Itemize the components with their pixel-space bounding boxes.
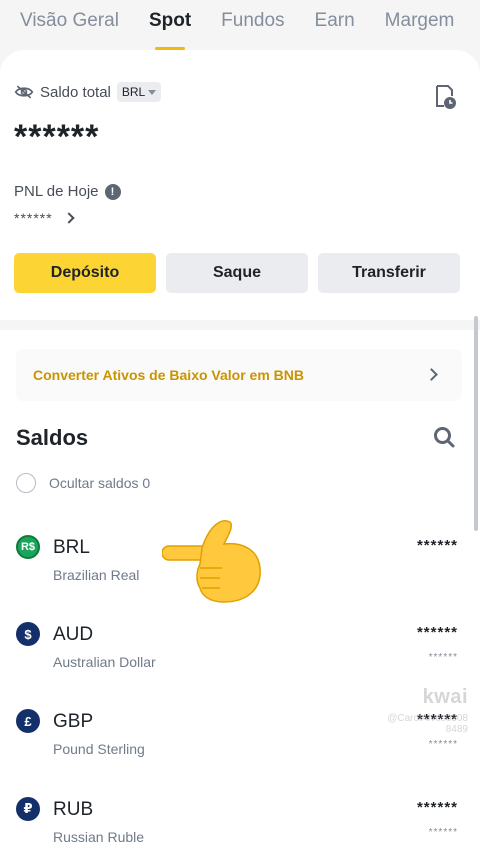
total-balance-value: ******: [14, 118, 100, 156]
tab-spot[interactable]: Spot: [149, 0, 191, 50]
balances-title: Saldos: [16, 425, 89, 450]
asset-fiat-value: ******: [428, 652, 458, 663]
dollar-currency-icon: $: [16, 622, 40, 646]
asset-balance: ******: [416, 624, 458, 641]
tab-earn[interactable]: Earn: [315, 0, 355, 50]
pnl-label: PNL de Hoje: [14, 183, 99, 200]
asset-name: Pound Sterling: [53, 741, 145, 757]
asset-balance: ******: [416, 537, 458, 554]
watermark-user: @CarolAlves0308: [387, 713, 468, 724]
asset-balance: ******: [416, 799, 458, 816]
eye-slash-icon[interactable]: [14, 84, 34, 100]
hide-zero-balances-toggle[interactable]: Ocultar saldos 0: [16, 473, 150, 493]
pnl-value-row[interactable]: ******: [14, 210, 75, 226]
tab-margem[interactable]: Margem: [385, 0, 455, 50]
asset-row-rub[interactable]: ₽ RUB Russian Ruble ****** ******: [0, 797, 480, 854]
convert-banner-text: Converter Ativos de Baixo Valor em BNB: [33, 367, 305, 383]
asset-symbol: GBP: [53, 711, 94, 732]
deposit-button[interactable]: Depósito: [14, 253, 156, 293]
chevron-right-icon: [425, 368, 438, 381]
watermark-logo: kwai: [422, 686, 468, 708]
total-balance-label: Saldo total: [40, 83, 111, 101]
tab-fundos[interactable]: Fundos: [221, 0, 284, 50]
info-icon[interactable]: !: [104, 183, 121, 200]
hide-zero-balances-label: Ocultar saldos 0: [49, 475, 151, 491]
chevron-right-icon: [63, 212, 75, 224]
pound-currency-icon: £: [16, 709, 40, 733]
search-icon[interactable]: [432, 425, 456, 449]
pnl-header: PNL de Hoje !: [14, 183, 121, 200]
tab-visao-geral[interactable]: Visão Geral: [20, 0, 119, 50]
asset-symbol: BRL: [53, 537, 90, 558]
top-tab-bar: Visão Geral Spot Fundos Earn Margem: [0, 0, 480, 50]
balance-header: Saldo total BRL: [14, 82, 162, 102]
pointing-hand-icon: [162, 520, 261, 603]
watermark: kwai @CarolAlves0308 8489: [387, 686, 468, 735]
real-currency-icon: R$: [16, 535, 40, 559]
currency-selector[interactable]: BRL: [116, 82, 162, 102]
pnl-value: ******: [14, 210, 53, 226]
convert-small-assets-banner[interactable]: Converter Ativos de Baixo Valor em BNB: [16, 349, 462, 401]
withdraw-button[interactable]: Saque: [166, 253, 308, 293]
transfer-button[interactable]: Transferir: [318, 253, 460, 293]
currency-selector-value: BRL: [121, 85, 146, 99]
history-icon[interactable]: [434, 84, 458, 110]
asset-symbol: AUD: [53, 624, 94, 645]
asset-name: Brazilian Real: [53, 567, 140, 583]
watermark-id: 8489: [445, 724, 468, 735]
scrollbar[interactable]: [474, 316, 478, 531]
asset-symbol: RUB: [53, 799, 94, 820]
ruble-currency-icon: ₽: [16, 797, 40, 821]
asset-fiat-value: ******: [428, 739, 458, 750]
caret-down-icon: [148, 89, 157, 95]
balance-card: Saldo total BRL ****** PNL de Hoje ! ***…: [0, 50, 480, 320]
asset-name: Australian Dollar: [53, 654, 156, 670]
radio-button[interactable]: [16, 473, 36, 493]
asset-name: Russian Ruble: [53, 829, 145, 845]
asset-fiat-value: ******: [428, 827, 458, 838]
